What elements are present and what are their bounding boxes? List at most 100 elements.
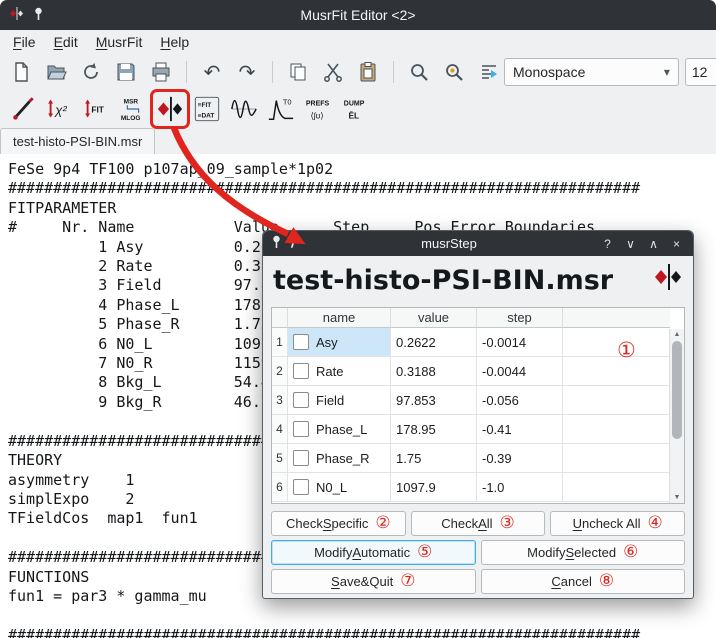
menu-help[interactable]: Help xyxy=(151,32,198,52)
menu-musrfit[interactable]: MusrFit xyxy=(87,32,152,52)
column-header-value[interactable]: value xyxy=(391,308,477,328)
undo-icon[interactable]: ↶ xyxy=(197,58,227,86)
svg-text:ĒL: ĒL xyxy=(348,110,359,120)
find-replace-icon[interactable] xyxy=(439,58,469,86)
print-icon[interactable] xyxy=(146,58,176,86)
open-folder-icon[interactable] xyxy=(41,58,71,86)
param-checkbox[interactable] xyxy=(293,392,309,408)
empty-cell xyxy=(563,473,670,502)
param-name-cell[interactable]: Asy xyxy=(288,328,391,357)
param-checkbox[interactable] xyxy=(293,421,309,437)
parameter-table-header: name value step xyxy=(272,308,670,328)
font-family-combo[interactable]: Monospace ▾ xyxy=(504,58,679,86)
musrfit-editor-window: MusrFit Editor <2> File Edit MusrFit Hel… xyxy=(0,0,716,638)
menu-file[interactable]: File xyxy=(4,32,45,52)
param-name: N0_L xyxy=(316,480,347,495)
musr-wiz-icon[interactable] xyxy=(6,93,38,125)
annotation-badge: ⑤ xyxy=(417,544,432,561)
empty-cell xyxy=(563,386,670,415)
row-number: 6 xyxy=(272,473,288,502)
param-name-cell[interactable]: Field xyxy=(288,386,391,415)
param-step[interactable]: -0.0014 xyxy=(477,328,563,357)
param-step[interactable]: -0.056 xyxy=(477,386,563,415)
table-row[interactable]: 3Field97.853-0.056 xyxy=(272,386,670,415)
scrollbar-handle[interactable] xyxy=(672,341,682,439)
param-value[interactable]: 0.2622 xyxy=(391,328,477,357)
save-quit-button[interactable]: Save&Quit⑦ xyxy=(271,569,476,594)
dialog-close-button[interactable]: × xyxy=(668,237,685,251)
param-step[interactable]: -1.0 xyxy=(477,473,563,502)
scroll-up-icon[interactable]: ▲ xyxy=(674,329,681,340)
param-step[interactable]: -0.41 xyxy=(477,415,563,444)
table-scrollbar[interactable]: ▲ ▼ xyxy=(669,329,684,503)
row-number: 2 xyxy=(272,357,288,386)
paste-icon[interactable] xyxy=(353,58,383,86)
param-name-cell[interactable]: Phase_L xyxy=(288,415,391,444)
column-header-step[interactable]: step xyxy=(477,308,563,328)
dialog-roll-down-button[interactable]: ∨ xyxy=(622,237,639,251)
param-name: Phase_L xyxy=(316,422,367,437)
musr-calcchisq-icon[interactable]: χ² xyxy=(43,93,75,125)
pin-icon[interactable] xyxy=(33,7,44,24)
save-icon[interactable] xyxy=(111,58,141,86)
copy-icon[interactable] xyxy=(283,58,313,86)
chevron-down-icon: ▾ xyxy=(664,65,670,79)
find-icon[interactable] xyxy=(404,58,434,86)
cancel-button[interactable]: Cancel⑧ xyxy=(481,569,686,594)
titlebar[interactable]: MusrFit Editor <2> xyxy=(0,0,716,30)
check-specific-button[interactable]: Check Specific② xyxy=(271,511,406,536)
table-row[interactable]: 4Phase_L178.95-0.41 xyxy=(272,415,670,444)
dialog-help-button[interactable]: ? xyxy=(599,237,616,251)
table-row[interactable]: 5Phase_R1.75-0.39 xyxy=(272,444,670,473)
font-size-spinbox[interactable]: 12 ▲ ▼ xyxy=(685,58,716,86)
redo-icon[interactable]: ↷ xyxy=(232,58,262,86)
table-row[interactable]: 2Rate0.3188-0.0044 xyxy=(272,357,670,386)
param-name-cell[interactable]: N0_L xyxy=(288,473,391,502)
musr-fit-icon[interactable]: FIT xyxy=(80,93,112,125)
param-value[interactable]: 1097.9 xyxy=(391,473,477,502)
musr-t0-icon[interactable]: T0 xyxy=(265,93,297,125)
column-header-name[interactable]: name xyxy=(288,308,391,328)
reload-icon[interactable] xyxy=(76,58,106,86)
annotation-1: ① xyxy=(617,338,636,362)
table-row[interactable]: 1Asy0.2622-0.0014 xyxy=(272,328,670,357)
table-row[interactable]: 6 N0_L 1097.9-1.0 xyxy=(272,473,670,502)
dialog-pin-icon[interactable] xyxy=(271,235,282,252)
app-logo-icon xyxy=(9,6,24,24)
dialog-pin2-icon[interactable] xyxy=(288,235,299,252)
new-document-icon[interactable] xyxy=(6,58,36,86)
dialog-roll-up-button[interactable]: ∧ xyxy=(645,237,662,251)
modify-automatic-button[interactable]: Modify Automatic⑤ xyxy=(271,540,476,565)
modify-selected-button[interactable]: Modify Selected⑥ xyxy=(481,540,686,565)
param-step[interactable]: -0.39 xyxy=(477,444,563,473)
goto-line-icon[interactable] xyxy=(474,58,504,86)
msr-mlog-swap-icon[interactable]: MSRMLOG xyxy=(117,93,149,125)
uncheck-all-button[interactable]: Uncheck All④ xyxy=(550,511,685,536)
dialog-buttons: Check Specific② Check All③ Uncheck All④ … xyxy=(271,511,685,594)
tab-test-histo-psi-bin[interactable]: test-histo-PSI-BIN.msr xyxy=(0,128,155,154)
param-checkbox[interactable] xyxy=(293,450,309,466)
param-value[interactable]: 178.95 xyxy=(391,415,477,444)
musr-dump-icon[interactable]: DUMPĒL xyxy=(339,93,371,125)
param-value[interactable]: 1.75 xyxy=(391,444,477,473)
svg-text:FIT: FIT xyxy=(91,105,104,115)
menu-edit[interactable]: Edit xyxy=(45,32,87,52)
param-step[interactable]: -0.0044 xyxy=(477,357,563,386)
musr-step-icon[interactable] xyxy=(154,93,186,125)
fit-dat-icon[interactable]: ≡FIT≡DAT xyxy=(191,93,223,125)
param-value[interactable]: 97.853 xyxy=(391,386,477,415)
scroll-down-icon[interactable]: ▼ xyxy=(674,492,681,503)
param-value[interactable]: 0.3188 xyxy=(391,357,477,386)
check-all-button[interactable]: Check All③ xyxy=(411,511,546,536)
musr-prefs-icon[interactable]: PREFS⟨ʃʊ⟩ xyxy=(302,93,334,125)
parameter-table[interactable]: name value step 1Asy0.2622-0.00142Rate0.… xyxy=(271,307,685,504)
musr-view-icon[interactable] xyxy=(228,93,260,125)
dialog-titlebar[interactable]: musrStep ? ∨ ∧ × xyxy=(263,231,693,256)
cut-icon[interactable] xyxy=(318,58,348,86)
param-name-cell[interactable]: Phase_R xyxy=(288,444,391,473)
param-checkbox[interactable] xyxy=(293,334,309,350)
param-name-cell[interactable]: Rate xyxy=(288,357,391,386)
musrstep-dialog: musrStep ? ∨ ∧ × test-histo-PSI-BIN.msr … xyxy=(262,230,694,599)
param-checkbox[interactable] xyxy=(293,363,309,379)
param-checkbox[interactable] xyxy=(293,479,309,495)
